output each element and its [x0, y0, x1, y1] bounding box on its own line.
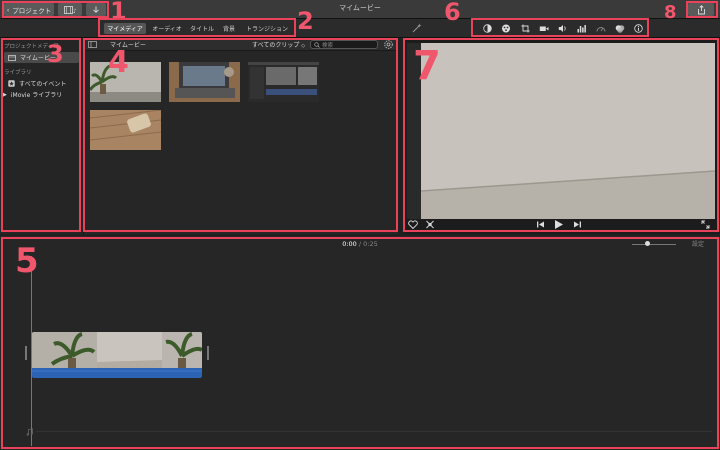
gear-icon[interactable] [384, 40, 393, 49]
tab-audio[interactable]: オーディオ [149, 23, 185, 34]
color-balance-icon[interactable] [482, 24, 492, 34]
search-field[interactable]: 検索 [310, 40, 378, 49]
tab-backgrounds[interactable]: 背景 [219, 23, 239, 34]
screen-recording-image [248, 62, 319, 102]
video-preview[interactable] [407, 43, 715, 219]
library-sidebar: プロジェクトメディア マイムービー ライブラリ すべてのイベント ▶ iMovi… [0, 38, 84, 234]
window-title: マイムービー [339, 4, 381, 12]
zoom-slider[interactable] [632, 241, 676, 246]
skip-back-icon[interactable] [536, 220, 545, 229]
project-media-section-label: プロジェクトメディア [4, 44, 59, 50]
clip-filter-dropdown[interactable]: すべてのクリップ ◇ [252, 40, 305, 49]
media-browser: マイムービー すべてのクリップ ◇ 検索 [84, 38, 398, 234]
library-section-label: ライブラリ [4, 70, 32, 76]
stabilization-icon[interactable] [539, 24, 549, 34]
reject-icon[interactable] [425, 220, 435, 229]
media-clip-thumbnail[interactable] [169, 62, 240, 102]
chevron-updown-icon: ◇ [301, 43, 306, 49]
timeline-panel: 0:00 / 0:25 設定 [0, 236, 720, 450]
share-button[interactable] [688, 3, 714, 16]
media-clip-thumbnail[interactable] [248, 62, 319, 102]
clip-trim-handle-right[interactable] [207, 346, 209, 360]
viewer-panel [403, 38, 720, 234]
magic-wand-icon[interactable] [412, 23, 422, 33]
star-icon [8, 80, 15, 87]
sidebar-item-all-events[interactable]: すべてのイベント [0, 78, 83, 89]
info-icon[interactable] [633, 24, 643, 34]
timeline-settings-button[interactable]: 設定 [692, 239, 704, 248]
timeline-video-clip[interactable] [32, 332, 202, 378]
annotation-number-7: 7 [413, 43, 441, 89]
wall-floor-frame-image [407, 43, 715, 219]
sidebar-toggle-icon[interactable] [88, 41, 97, 48]
annotation-number-4: 4 [108, 45, 129, 80]
play-icon[interactable] [553, 219, 564, 230]
disclosure-triangle-icon[interactable]: ▶ [3, 92, 7, 98]
tab-transitions[interactable]: トランジション [242, 23, 292, 34]
annotation-number-3: 3 [47, 40, 64, 68]
wood-table-image [90, 110, 161, 150]
browser-header: マイムービー すべてのクリップ ◇ 検索 [84, 38, 398, 51]
sidebar-item-my-movie[interactable]: マイムービー [4, 52, 79, 63]
filter-icon[interactable] [615, 24, 625, 34]
annotation-number-5: 5 [15, 241, 39, 281]
total-time: 0:25 [363, 240, 378, 248]
skip-forward-icon[interactable] [573, 220, 582, 229]
clip-trim-handle-left[interactable] [25, 346, 27, 360]
imovie-window: ‹ プロジェクト ♪ マイムービー マイメディア オーディオ タイトル 背景 ト… [0, 0, 720, 450]
music-note-icon [26, 428, 33, 436]
annotation-number-1: 1 [110, 0, 127, 25]
sidebar-item-imovie-library[interactable]: ▶ iMovie ライブラリ [0, 89, 83, 100]
zoom-slider-knob[interactable] [645, 241, 650, 246]
annotation-number-8: 8 [664, 2, 677, 23]
fullscreen-icon[interactable] [701, 220, 710, 229]
media-clip-thumbnail[interactable] [90, 110, 161, 150]
clip-filmstrip-image [32, 332, 202, 378]
speed-icon[interactable] [596, 24, 606, 34]
laptop-desk-image [169, 62, 240, 102]
color-correction-icon[interactable] [501, 24, 511, 34]
heart-icon[interactable] [408, 220, 418, 229]
content-tab-bar: マイメディア オーディオ タイトル 背景 トランジション [0, 19, 720, 38]
annotation-number-2: 2 [297, 7, 314, 35]
crop-icon[interactable] [520, 24, 530, 34]
title-bar: ‹ プロジェクト ♪ マイムービー [0, 0, 720, 19]
current-time: 0:00 [342, 240, 357, 248]
search-icon [314, 41, 320, 48]
timecode: 0:00 / 0:25 [342, 240, 378, 248]
adjustment-toolbar [478, 21, 648, 36]
film-icon [8, 54, 16, 61]
annotation-number-6: 6 [444, 0, 461, 26]
volume-icon[interactable] [558, 24, 568, 34]
audio-track-lane [36, 431, 712, 432]
noise-reduction-icon[interactable] [577, 24, 587, 34]
share-icon [697, 4, 705, 14]
tab-titles[interactable]: タイトル [188, 23, 216, 34]
